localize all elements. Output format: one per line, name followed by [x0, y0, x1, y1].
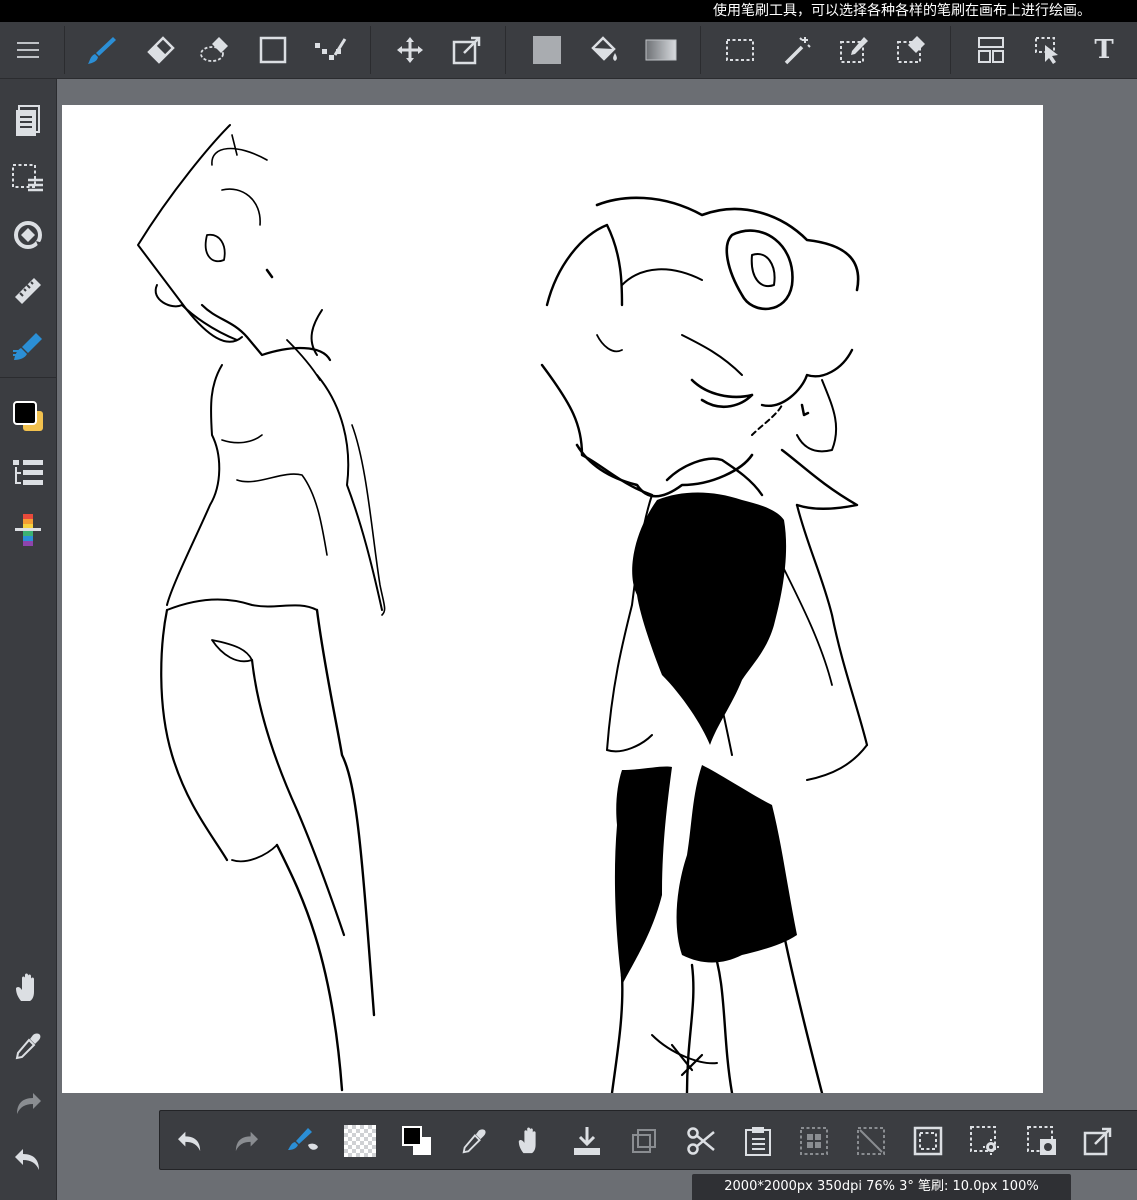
undo-icon[interactable] — [170, 1121, 210, 1161]
copy-layer-icon[interactable] — [624, 1121, 664, 1161]
invert-selection-icon[interactable] — [908, 1121, 948, 1161]
eyedropper-icon[interactable] — [8, 1026, 48, 1066]
ruler-icon[interactable] — [8, 271, 48, 311]
left-sidebar — [0, 79, 57, 1200]
brush-icon[interactable] — [82, 30, 122, 70]
top-toolbar: T — [0, 22, 1137, 79]
redo-icon[interactable] — [8, 1083, 48, 1123]
bucket-icon[interactable] — [584, 30, 624, 70]
rotate-icon[interactable] — [8, 215, 48, 255]
drawing-canvas[interactable] — [62, 105, 1043, 1093]
eraser-icon[interactable] — [140, 30, 180, 70]
select-rect-icon[interactable] — [720, 30, 760, 70]
snap-pen-icon[interactable] — [8, 327, 48, 367]
panel-layout-icon[interactable] — [971, 30, 1011, 70]
paste-icon[interactable] — [738, 1121, 778, 1161]
cut-icon[interactable] — [681, 1121, 721, 1161]
dot-line-icon[interactable] — [310, 30, 350, 70]
transform-icon[interactable] — [447, 30, 487, 70]
undo-icon[interactable] — [8, 1139, 48, 1179]
tooltip-bar: 使用笔刷工具，可以选择各种各样的笔刷在画布上进行绘画。 — [0, 0, 1137, 22]
save-icon[interactable] — [567, 1121, 607, 1161]
redo-icon[interactable] — [226, 1121, 266, 1161]
select-all-icon[interactable] — [794, 1121, 834, 1161]
bottom-toolbar — [159, 1110, 1137, 1170]
move-icon[interactable] — [390, 30, 430, 70]
text-tool-icon[interactable]: T — [1084, 30, 1124, 70]
magic-wand-icon[interactable] — [778, 30, 818, 70]
deselect-icon[interactable] — [851, 1121, 891, 1161]
status-text: 2000*2000px 350dpi 76% 3° 笔刷: 10.0px 100… — [724, 1179, 1039, 1194]
transparent-icon[interactable] — [340, 1121, 380, 1161]
fill-color-icon[interactable] — [527, 30, 567, 70]
select-pen-icon[interactable] — [834, 30, 874, 70]
color-swatch-icon[interactable] — [8, 396, 48, 436]
eyedropper-icon[interactable] — [454, 1121, 494, 1161]
swap-colors-icon[interactable] — [397, 1121, 437, 1161]
tooltip-text: 使用笔刷工具，可以选择各种各样的笔刷在画布上进行绘画。 — [713, 3, 1091, 19]
pages-icon[interactable] — [8, 101, 48, 141]
color-palette-icon[interactable] — [8, 510, 48, 550]
brush-settings-icon[interactable] — [283, 1121, 323, 1161]
snapshot-icon[interactable] — [1022, 1121, 1062, 1161]
select-eraser-icon[interactable] — [891, 30, 931, 70]
hand-icon[interactable] — [510, 1121, 550, 1161]
lasso-eraser-icon[interactable] — [196, 30, 236, 70]
hand-icon[interactable] — [8, 968, 48, 1008]
rectangle-icon[interactable] — [253, 30, 293, 70]
selection-settings-icon[interactable] — [965, 1121, 1005, 1161]
layers-icon[interactable] — [8, 453, 48, 493]
object-select-icon[interactable] — [1028, 30, 1068, 70]
gradient-icon[interactable] — [641, 30, 681, 70]
canvas-artwork — [137, 124, 869, 1093]
export-icon[interactable] — [1078, 1121, 1118, 1161]
status-bar: 2000*2000px 350dpi 76% 3° 笔刷: 10.0px 100… — [692, 1174, 1071, 1200]
hamburger-menu-icon[interactable] — [8, 30, 48, 70]
layer-select-icon[interactable] — [8, 158, 48, 198]
